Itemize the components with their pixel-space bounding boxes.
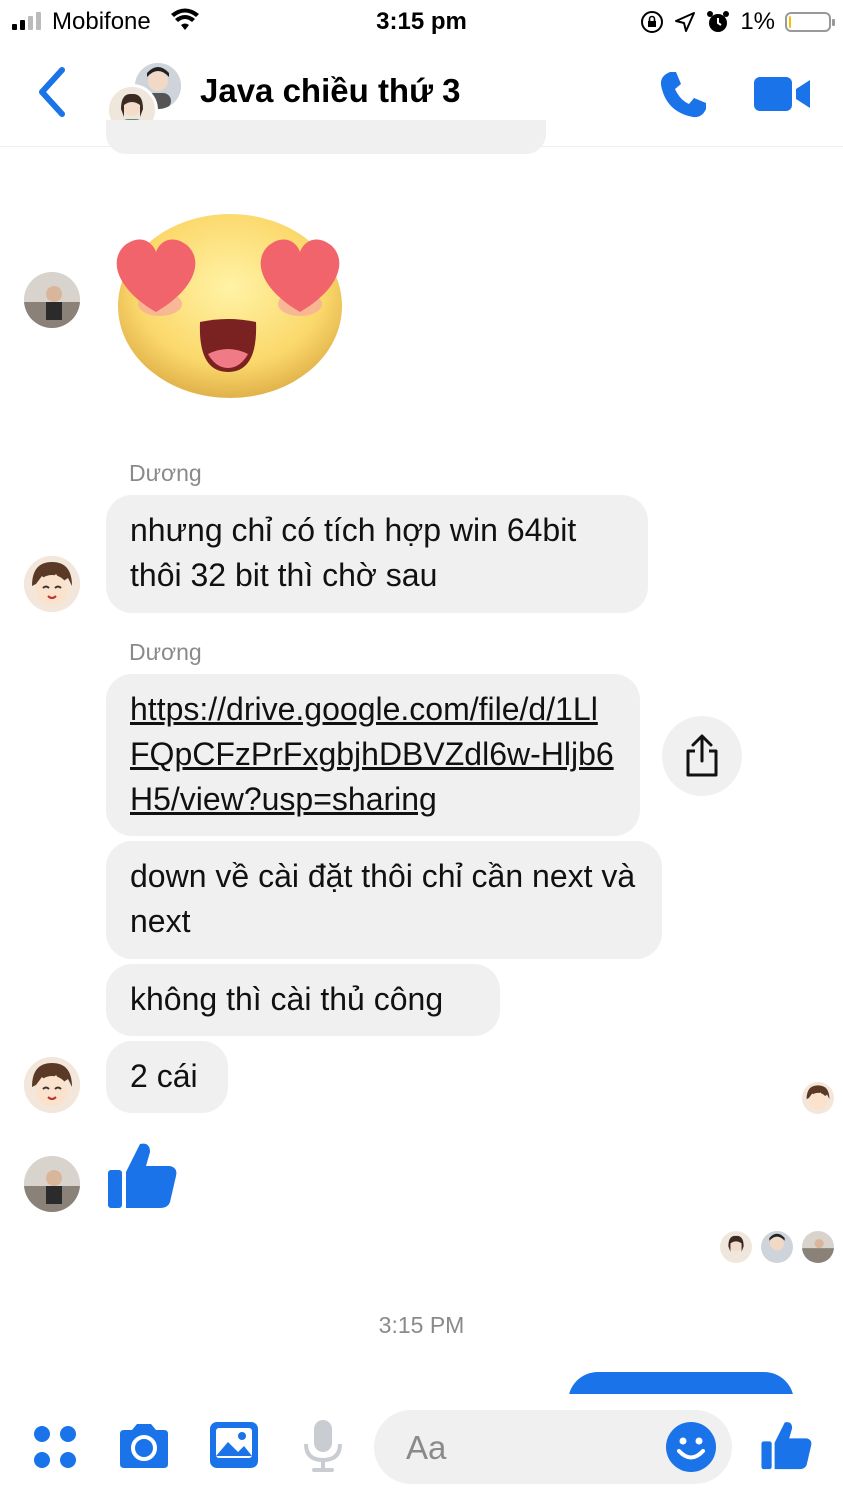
share-button[interactable] xyxy=(662,716,742,796)
message-timestamp: 3:15 PM xyxy=(378,1312,465,1338)
message-bubble[interactable]: https://drive.google.com/file/d/1LlFQpCF… xyxy=(106,674,640,836)
battery-level-fill xyxy=(789,16,791,28)
image-icon[interactable] xyxy=(208,1420,260,1470)
camera-icon[interactable] xyxy=(116,1422,172,1470)
previous-message-bubble xyxy=(106,120,546,154)
alarm-icon xyxy=(707,11,730,32)
microphone-icon[interactable] xyxy=(302,1418,344,1474)
battery-percentage: 1% xyxy=(740,8,775,35)
message-text: nhưng chỉ có tích hợp win 64bit thôi 32 … xyxy=(130,512,577,593)
status-bar: Mobifone 3:15 pm 1% xyxy=(0,0,843,44)
participant-avatar[interactable] xyxy=(24,1156,80,1212)
four-dots-icon[interactable] xyxy=(32,1424,78,1470)
message-bubble[interactable]: down về cài đặt thôi chỉ cần next và nex… xyxy=(106,841,662,959)
participant-avatar[interactable] xyxy=(24,556,80,612)
phone-icon[interactable] xyxy=(656,68,710,122)
thumbs-up-icon[interactable] xyxy=(760,1418,814,1472)
message-bubble[interactable]: không thì cài thủ công xyxy=(106,964,500,1036)
smiley-icon[interactable] xyxy=(664,1420,718,1474)
shared-link[interactable]: https://drive.google.com/file/d/1LlFQpCF… xyxy=(130,691,614,817)
conversation-title[interactable]: Java chiều thứ 3 xyxy=(200,72,461,110)
orientation-lock-icon xyxy=(641,11,664,33)
message-text: down về cài đặt thôi chỉ cần next và nex… xyxy=(130,858,636,939)
chevron-left-icon[interactable] xyxy=(32,66,72,118)
message-text: 2 cái xyxy=(130,1058,198,1094)
location-arrow-icon xyxy=(675,12,696,32)
message-bubble[interactable]: nhưng chỉ có tích hợp win 64bit thôi 32 … xyxy=(106,495,648,613)
participant-avatar[interactable] xyxy=(24,272,80,328)
read-receipt-avatar xyxy=(761,1231,793,1263)
message-bubble[interactable]: 2 cái xyxy=(106,1041,228,1113)
sender-name: Dương xyxy=(129,460,202,486)
read-receipt-avatar xyxy=(720,1231,752,1263)
read-receipt-avatar xyxy=(802,1082,834,1114)
participant-avatar[interactable] xyxy=(24,1057,80,1113)
message-composer xyxy=(0,1394,843,1499)
message-input-container xyxy=(374,1410,732,1486)
message-input[interactable] xyxy=(404,1410,658,1486)
read-receipt-avatar xyxy=(802,1231,834,1263)
thumbs-up-icon xyxy=(108,1143,177,1208)
share-icon xyxy=(686,734,718,777)
battery-icon xyxy=(785,12,835,32)
video-camera-icon[interactable] xyxy=(752,74,812,114)
message-text: không thì cài thủ công xyxy=(130,981,444,1017)
sender-name: Dương xyxy=(129,639,202,665)
heart-eyes-emoji-icon xyxy=(116,214,342,398)
